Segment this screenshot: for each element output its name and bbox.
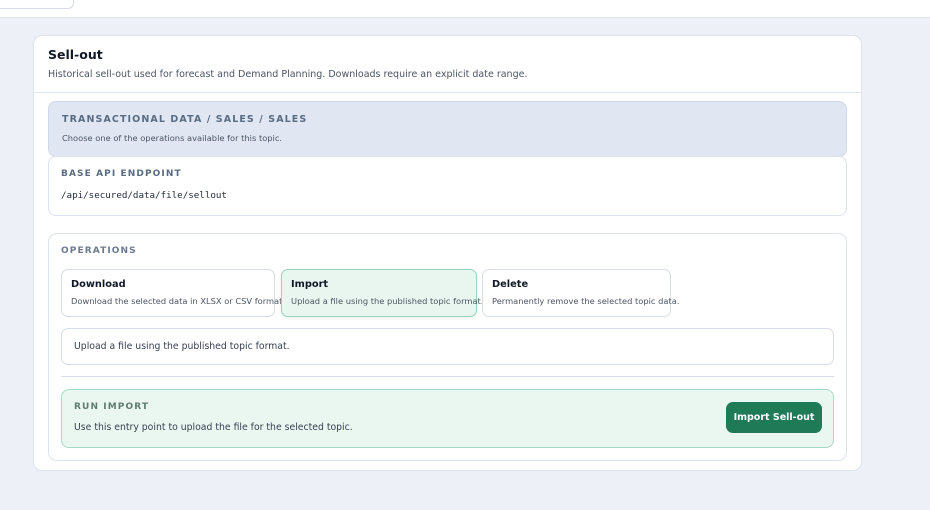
top-tab[interactable] (0, 0, 74, 9)
run-import-panel: RUN IMPORT Use this entry point to uploa… (61, 389, 834, 448)
import-sellout-button[interactable]: Import Sell-out (726, 402, 822, 433)
operation-title: Delete (492, 279, 529, 290)
run-import-description: Use this entry point to upload the file … (74, 422, 353, 433)
card-subtitle: Historical sell-out used for forecast an… (48, 69, 528, 80)
run-import-label: RUN IMPORT (74, 402, 150, 412)
operation-title: Download (71, 279, 126, 290)
operation-delete-option[interactable]: Delete Permanently remove the selected t… (482, 269, 679, 317)
endpoint-value: /api/secured/data/file/sellout (61, 190, 227, 201)
selected-operation-description: Upload a file using the published topic … (61, 328, 834, 365)
card-title: Sell-out (48, 47, 103, 62)
operation-description: Permanently remove the selected topic da… (492, 296, 680, 306)
operation-import-option[interactable]: Import Upload a file using the published… (281, 269, 483, 317)
operation-download-option[interactable]: Download Download the selected data in X… (61, 269, 285, 317)
endpoint-label: BASE API ENDPOINT (61, 169, 182, 179)
operations-panel: OPERATIONS Download Download the selecte… (48, 233, 847, 461)
operation-description: Upload a file using the published topic … (291, 296, 484, 306)
topic-path: TRANSACTIONAL DATA / SALES / SALES (62, 114, 308, 125)
top-bar (0, 0, 930, 18)
operation-description: Download the selected data in XLSX or CS… (71, 296, 286, 306)
topic-hint: Choose one of the operations available f… (62, 133, 283, 143)
operations-label: OPERATIONS (61, 246, 137, 256)
sellout-card: Sell-out Historical sell-out used for fo… (33, 35, 862, 471)
operation-title: Import (291, 279, 329, 290)
endpoint-panel: BASE API ENDPOINT /api/secured/data/file… (48, 156, 847, 216)
selected-operation-text: Upload a file using the published topic … (74, 341, 290, 352)
card-header: Sell-out Historical sell-out used for fo… (34, 36, 861, 93)
topic-breadcrumb: TRANSACTIONAL DATA / SALES / SALES Choos… (48, 101, 847, 157)
divider (61, 376, 834, 377)
